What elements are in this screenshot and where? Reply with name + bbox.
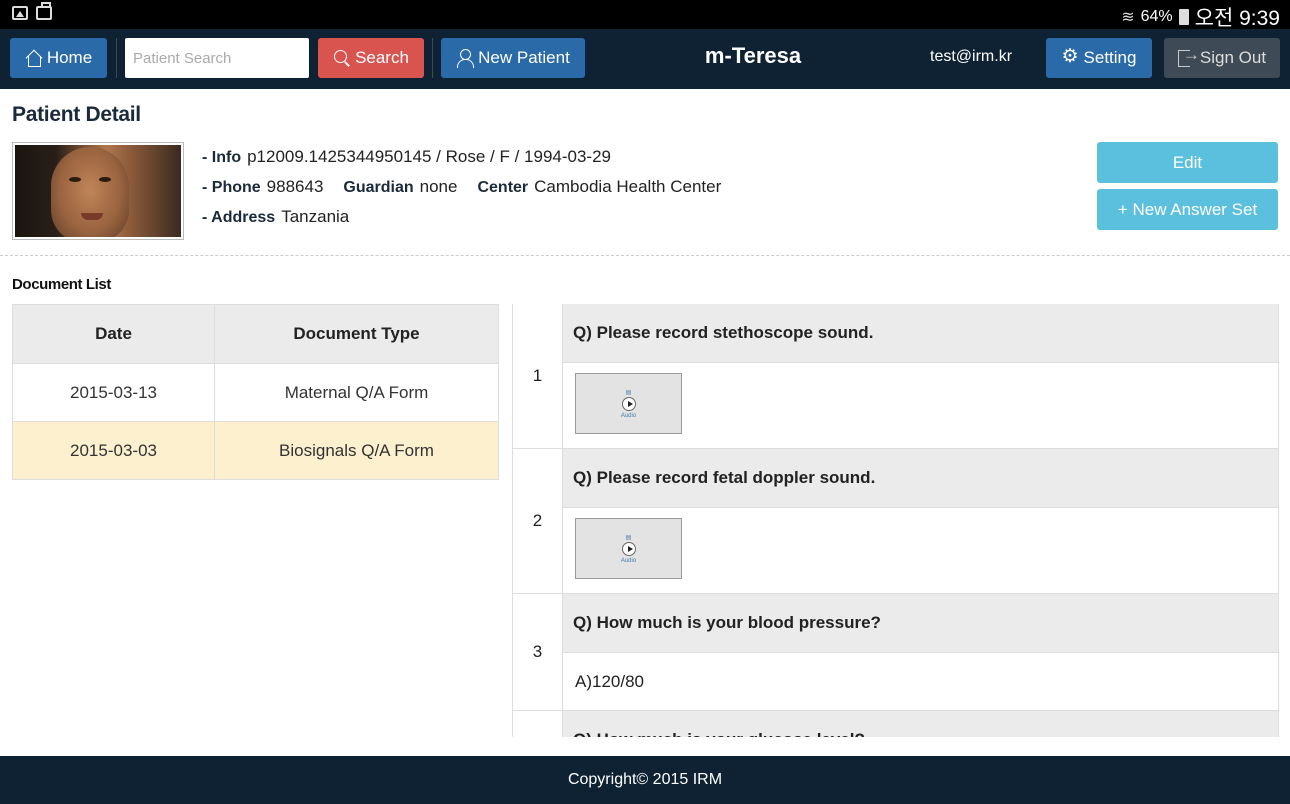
- qa-item: 4 Q) How much is your glucose level?: [513, 711, 1279, 737]
- qa-number: 2: [513, 449, 563, 593]
- patient-photo: [12, 142, 184, 240]
- phone-label: - Phone: [202, 179, 261, 196]
- guardian-value: none: [419, 177, 458, 196]
- setting-label: Setting: [1083, 48, 1137, 67]
- qa-question: Q) Please record stethoscope sound.: [563, 304, 1278, 363]
- sign-out-icon: [1177, 46, 1200, 67]
- audio-player[interactable]: ▤ Audio: [575, 518, 682, 579]
- qa-answer-panel[interactable]: 1 Q) Please record stethoscope sound. ▤ …: [512, 304, 1279, 737]
- home-button[interactable]: Home: [10, 38, 107, 78]
- qa-answer: A)120/80: [563, 653, 1278, 710]
- qa-question: Q) How much is your glucose level?: [563, 711, 1278, 737]
- patient-info-row: - Info p12009.1425344950145 / Rose / F / …: [202, 147, 611, 167]
- audio-file-icon: ▤: [625, 389, 632, 396]
- patient-search-input[interactable]: [125, 38, 309, 78]
- document-row[interactable]: 2015-03-13 Maternal Q/A Form: [12, 363, 499, 422]
- clock: 오전 9:39: [1194, 7, 1280, 30]
- center-label: Center: [477, 179, 529, 196]
- document-table: Date Document Type 2015-03-13 Maternal Q…: [12, 304, 499, 480]
- qa-question: Q) Please record fetal doppler sound.: [563, 449, 1278, 508]
- qa-item: 3 Q) How much is your blood pressure? A)…: [513, 594, 1279, 711]
- audio-player[interactable]: ▤ Audio: [575, 373, 682, 434]
- new-answer-set-button[interactable]: + New Answer Set: [1097, 189, 1278, 230]
- search-icon: [333, 49, 351, 67]
- document-type: Maternal Q/A Form: [214, 363, 499, 422]
- play-icon[interactable]: [621, 541, 636, 556]
- app-brand: m-Teresa: [704, 43, 802, 68]
- document-row-selected[interactable]: 2015-03-03 Biosignals Q/A Form: [12, 421, 499, 480]
- top-navbar: Home Search New Patient m-Teresa test@ir…: [0, 29, 1290, 89]
- status-bar: ≋ 64% 오전 9:39: [0, 0, 1290, 30]
- audio-file-icon: ▤: [625, 534, 632, 541]
- qa-item: 1 Q) Please record stethoscope sound. ▤ …: [513, 304, 1279, 449]
- gallery-notification-icon: [12, 6, 28, 20]
- qa-question: Q) How much is your blood pressure?: [563, 594, 1278, 653]
- nav-divider: [116, 38, 117, 78]
- page-title: Patient Detail: [12, 103, 141, 126]
- gear-icon: [1062, 47, 1080, 67]
- home-icon: [25, 49, 43, 67]
- info-label: - Info: [202, 149, 242, 166]
- new-patient-button[interactable]: New Patient: [441, 38, 585, 78]
- document-type: Biosignals Q/A Form: [214, 421, 499, 480]
- qa-number: 3: [513, 594, 563, 710]
- audio-label: Audio: [620, 412, 637, 419]
- document-date: 2015-03-13: [12, 363, 215, 422]
- section-divider: [0, 255, 1290, 256]
- edit-button[interactable]: Edit: [1097, 142, 1278, 183]
- search-label: Search: [355, 48, 409, 67]
- home-label: Home: [46, 48, 93, 67]
- document-list-title: Document List: [12, 276, 111, 293]
- battery-percent: 64%: [1140, 8, 1173, 25]
- address-value: Tanzania: [281, 207, 350, 226]
- briefcase-notification-icon: [36, 2, 52, 20]
- qa-item: 2 Q) Please record fetal doppler sound. …: [513, 449, 1279, 594]
- audio-label: Audio: [620, 557, 637, 564]
- patient-address-row: - Address Tanzania: [202, 207, 349, 227]
- setting-button[interactable]: Setting: [1046, 38, 1152, 78]
- nav-divider: [432, 38, 433, 78]
- play-icon[interactable]: [621, 396, 636, 411]
- qa-number: 4: [513, 711, 563, 737]
- wifi-icon: ≋: [1121, 9, 1135, 26]
- center-value: Cambodia Health Center: [534, 177, 722, 196]
- info-value: p12009.1425344950145 / Rose / F / 1994-0…: [247, 147, 611, 166]
- phone-value: 988643: [266, 177, 324, 196]
- new-patient-label: New Patient: [478, 48, 570, 67]
- column-header-document-type: Document Type: [214, 304, 499, 364]
- user-email: test@irm.kr: [930, 48, 1013, 65]
- sign-out-label: Sign Out: [1199, 48, 1267, 67]
- guardian-label: Guardian: [343, 179, 414, 196]
- footer-copyright: Copyright© 2015 IRM: [0, 756, 1290, 804]
- search-button[interactable]: Search: [318, 38, 424, 78]
- document-date: 2015-03-03: [12, 421, 215, 480]
- add-user-icon: [456, 49, 475, 68]
- column-header-date: Date: [12, 304, 215, 364]
- address-label: - Address: [202, 209, 276, 226]
- sign-out-button[interactable]: Sign Out: [1164, 38, 1280, 78]
- battery-icon: [1178, 9, 1189, 25]
- qa-number: 1: [513, 304, 563, 448]
- patient-contact-row: - Phone 988643 Guardian none Center Cambodia …: [202, 177, 721, 197]
